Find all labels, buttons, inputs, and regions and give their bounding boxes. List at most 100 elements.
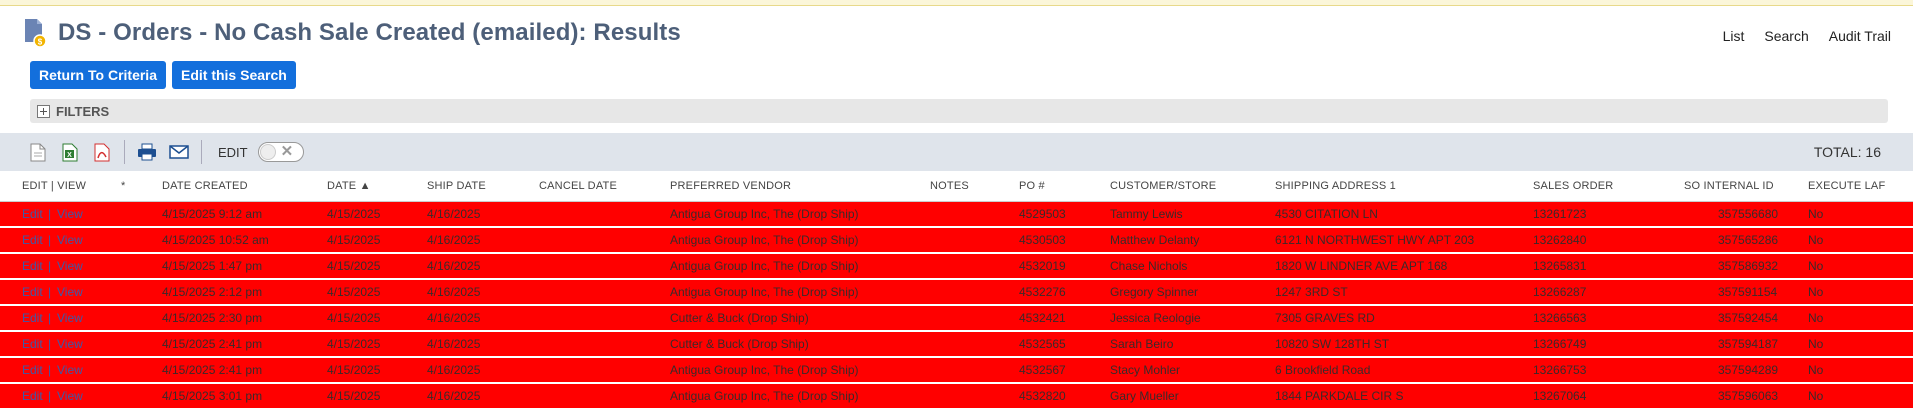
col-ship-date[interactable]: SHIP DATE	[427, 180, 486, 192]
col-date-created[interactable]: DATE CREATED	[162, 180, 248, 192]
edit-link[interactable]: Edit	[22, 259, 43, 273]
cell-preferred-vendor: Antigua Group Inc, The (Drop Ship)	[670, 285, 859, 299]
cell-preferred-vendor: Antigua Group Inc, The (Drop Ship)	[670, 389, 859, 403]
print-icon[interactable]	[137, 142, 157, 162]
cell-shipping-address: 4530 CITATION LN	[1275, 207, 1378, 221]
cell-date: 4/15/2025	[327, 337, 381, 351]
cell-execute-laf: No	[1808, 311, 1824, 325]
cell-sales-order: 13266749	[1533, 337, 1587, 351]
cell-po: 4532820	[1019, 389, 1066, 403]
col-notes[interactable]: NOTES	[930, 180, 969, 192]
table-row[interactable]: Edit | View 4/15/2025 2:12 pm 4/15/2025 4/16/…	[0, 280, 1913, 306]
edit-link[interactable]: Edit	[22, 363, 43, 377]
edit-view-separator: |	[48, 389, 52, 403]
top-alert-strip	[0, 0, 1913, 6]
table-row[interactable]: Edit | View 4/15/2025 1:47 pm 4/15/2025 4/16/…	[0, 254, 1913, 280]
filters-bar[interactable]: FILTERS	[30, 99, 1888, 123]
cell-execute-laf: No	[1808, 259, 1824, 273]
edit-link[interactable]: Edit	[22, 337, 43, 351]
view-link[interactable]: View	[57, 311, 83, 325]
cell-shipping-address: 6 Brookfield Road	[1275, 363, 1371, 377]
cell-sales-order: 13261723	[1533, 207, 1587, 221]
view-link[interactable]: View	[57, 285, 83, 299]
cell-date: 4/15/2025	[327, 259, 381, 273]
col-edit-view[interactable]: EDIT | VIEW	[22, 180, 86, 192]
col-customer-store[interactable]: CUSTOMER/STORE	[1110, 180, 1216, 192]
cell-ship-date: 4/16/2025	[427, 363, 481, 377]
cell-shipping-address: 1247 3RD ST	[1275, 285, 1348, 299]
cell-sales-order: 13266563	[1533, 311, 1587, 325]
table-row[interactable]: Edit | View 4/15/2025 10:52 am 4/15/2025 4/16…	[0, 228, 1913, 254]
cell-po: 4530503	[1019, 233, 1066, 247]
col-date[interactable]: DATE ▲	[327, 180, 371, 192]
view-link[interactable]: View	[57, 233, 83, 247]
edit-link[interactable]: Edit	[22, 207, 43, 221]
cell-ship-date: 4/16/2025	[427, 233, 481, 247]
view-link[interactable]: View	[57, 337, 83, 351]
col-cancel-date[interactable]: CANCEL DATE	[539, 180, 617, 192]
cell-execute-laf: No	[1808, 389, 1824, 403]
svg-text:X: X	[67, 152, 72, 159]
col-so-internal-id[interactable]: SO INTERNAL ID	[1684, 180, 1774, 192]
table-row[interactable]: Edit | View 4/15/2025 2:41 pm 4/15/2025 4/16/…	[0, 358, 1913, 384]
close-icon: ✕	[280, 143, 294, 160]
table-row[interactable]: Edit | View 4/15/2025 9:12 am 4/15/2025 4/16/…	[0, 202, 1913, 228]
cell-so-internal-id: 357591154	[1718, 285, 1778, 299]
saved-search-icon: $	[24, 18, 48, 48]
return-to-criteria-button[interactable]: Return To Criteria	[30, 61, 166, 89]
table-row[interactable]: Edit | View 4/15/2025 2:41 pm 4/15/2025 4/16/…	[0, 332, 1913, 358]
edit-link[interactable]: Edit	[22, 389, 43, 403]
export-excel-icon[interactable]: X	[60, 142, 80, 162]
toggle-knob	[259, 144, 276, 160]
email-icon[interactable]	[169, 142, 189, 162]
cell-po: 4532276	[1019, 285, 1066, 299]
toolbar-divider	[201, 140, 202, 164]
col-po[interactable]: PO #	[1019, 180, 1045, 192]
view-link[interactable]: View	[57, 207, 83, 221]
cell-execute-laf: No	[1808, 337, 1824, 351]
col-shipping-address[interactable]: SHIPPING ADDRESS 1	[1275, 180, 1396, 192]
cell-execute-laf: No	[1808, 363, 1824, 377]
cell-shipping-address: 6121 N NORTHWEST HWY APT 203	[1275, 233, 1475, 247]
cell-date-created: 4/15/2025 9:12 am	[162, 207, 263, 221]
audit-trail-link[interactable]: Audit Trail	[1829, 28, 1891, 44]
cell-ship-date: 4/16/2025	[427, 311, 481, 325]
table-header: EDIT | VIEW * DATE CREATED DATE ▲ SHIP D…	[0, 171, 1913, 202]
cell-customer: Tammy Lewis	[1110, 207, 1183, 221]
view-link[interactable]: View	[57, 389, 83, 403]
cell-preferred-vendor: Cutter & Buck (Drop Ship)	[670, 311, 809, 325]
edit-view-separator: |	[48, 311, 52, 325]
cell-customer: Stacy Mohler	[1110, 363, 1181, 377]
edit-this-search-button[interactable]: Edit this Search	[172, 61, 296, 89]
edit-link[interactable]: Edit	[22, 285, 43, 299]
view-link[interactable]: View	[57, 259, 83, 273]
cell-preferred-vendor: Antigua Group Inc, The (Drop Ship)	[670, 233, 859, 247]
edit-link[interactable]: Edit	[22, 311, 43, 325]
table-row[interactable]: Edit | View 4/15/2025 3:01 pm 4/15/2025 4/16/…	[0, 384, 1913, 410]
edit-toggle[interactable]: ✕	[257, 142, 304, 162]
cell-so-internal-id: 357596063	[1718, 389, 1779, 403]
list-link[interactable]: List	[1723, 28, 1745, 44]
cell-sales-order: 13267064	[1533, 389, 1587, 403]
edit-link[interactable]: Edit	[22, 233, 43, 247]
col-preferred-vendor[interactable]: PREFERRED VENDOR	[670, 180, 791, 192]
export-csv-icon[interactable]	[28, 142, 48, 162]
cell-date: 4/15/2025	[327, 363, 381, 377]
col-star[interactable]: *	[121, 180, 125, 192]
search-link[interactable]: Search	[1764, 28, 1808, 44]
col-sales-order[interactable]: SALES ORDER	[1533, 180, 1613, 192]
table-row[interactable]: Edit | View 4/15/2025 2:30 pm 4/15/2025 4/16/…	[0, 306, 1913, 332]
cell-customer: Matthew Delanty	[1110, 233, 1200, 247]
cell-po: 4529503	[1019, 207, 1066, 221]
export-pdf-icon[interactable]	[92, 142, 112, 162]
expand-plus-icon[interactable]	[37, 104, 50, 118]
view-link[interactable]: View	[57, 363, 83, 377]
cell-ship-date: 4/16/2025	[427, 285, 481, 299]
cell-date-created: 4/15/2025 2:41 pm	[162, 337, 263, 351]
cell-so-internal-id: 357594187	[1718, 337, 1779, 351]
cell-customer: Jessica Reologie	[1110, 311, 1201, 325]
col-execute-laf[interactable]: EXECUTE LAF	[1808, 180, 1885, 192]
cell-date: 4/15/2025	[327, 233, 381, 247]
page-title: DS - Orders - No Cash Sale Created (emai…	[58, 19, 681, 46]
edit-view-separator: |	[48, 259, 52, 273]
